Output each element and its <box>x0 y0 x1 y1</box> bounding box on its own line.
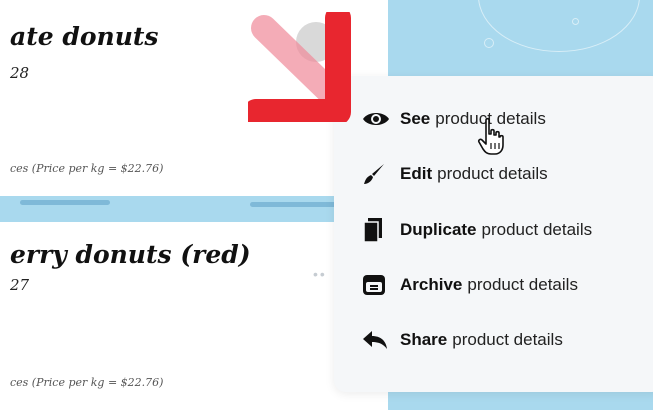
menu-item-bold-label: Duplicate <box>400 220 477 239</box>
more-options-icon[interactable]: •• <box>313 266 327 282</box>
duplicate-icon <box>362 216 392 244</box>
menu-item-bold-label: Archive <box>400 275 463 294</box>
menu-item-share[interactable]: Share product details <box>362 323 563 357</box>
hand-pointer-icon <box>477 117 504 155</box>
archive-box-icon <box>362 271 392 299</box>
menu-item-duplicate[interactable]: Duplicate product details <box>362 213 592 247</box>
product-title: ate donuts <box>10 22 159 51</box>
product-card[interactable]: erry donuts (red) 27 •• ces (Price per k… <box>0 222 388 410</box>
product-price: ces (Price per kg = $22.76) <box>10 376 164 389</box>
menu-item-bold-label: Share <box>400 330 448 349</box>
product-price: ces (Price per kg = $22.76) <box>10 162 164 175</box>
card-divider <box>0 196 388 222</box>
share-arrow-icon <box>362 326 392 354</box>
menu-item-edit[interactable]: Edit product details <box>362 157 548 191</box>
menu-item-label: product details <box>481 220 593 239</box>
menu-item-archive[interactable]: Archive product details <box>362 268 578 302</box>
annotation-arrow-icon <box>248 12 351 122</box>
menu-item-see[interactable]: See product details <box>362 102 546 136</box>
product-title: erry donuts (red) <box>10 240 251 269</box>
brush-icon <box>362 160 392 188</box>
menu-item-bold-label: Edit <box>400 164 433 183</box>
eye-icon <box>362 105 392 133</box>
product-code: 27 <box>10 276 30 294</box>
menu-item-label: product details <box>467 275 578 294</box>
menu-item-bold-label: See <box>400 109 431 128</box>
product-code: 28 <box>10 64 30 82</box>
menu-item-label: product details <box>452 330 563 349</box>
menu-item-label: product details <box>437 164 548 183</box>
